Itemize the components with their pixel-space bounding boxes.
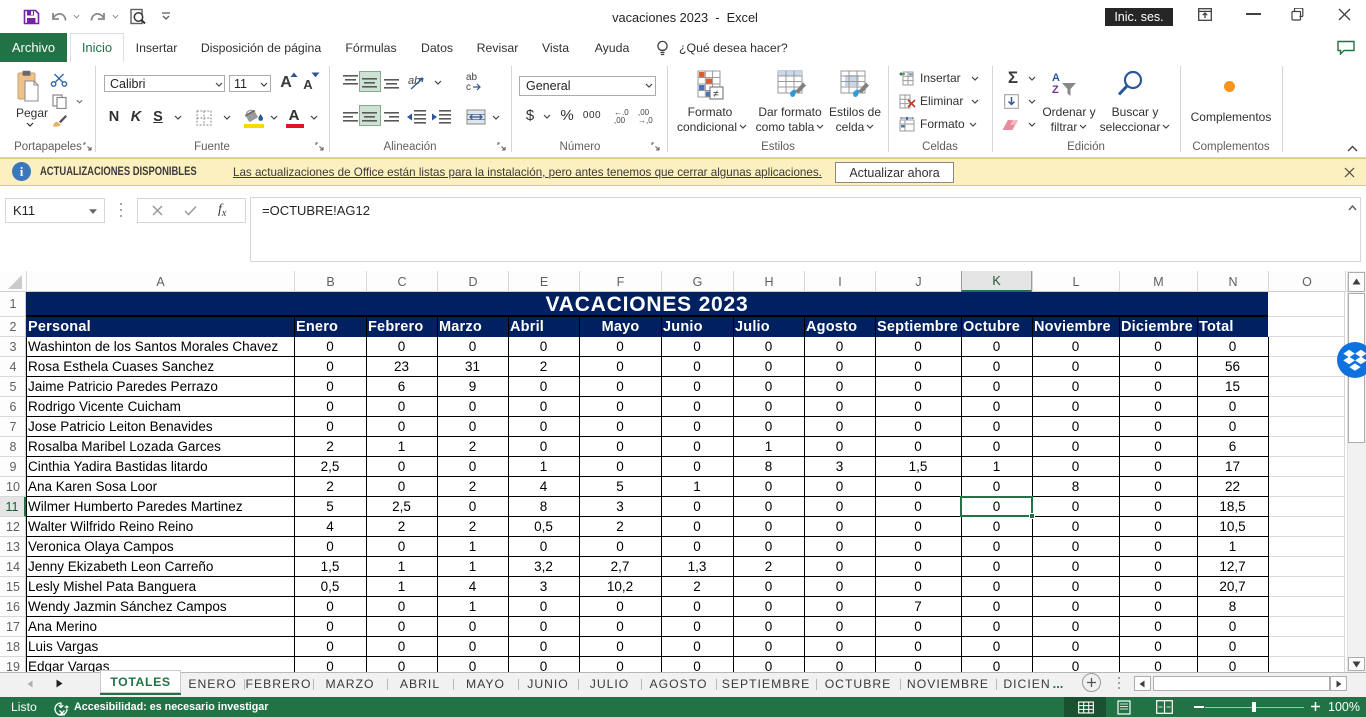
svg-text:c: c xyxy=(466,82,471,93)
svg-text:→,0: →,0 xyxy=(638,116,653,124)
svg-text:≠: ≠ xyxy=(713,89,719,100)
svg-text:ab: ab xyxy=(408,75,420,87)
svg-text:Z: Z xyxy=(1052,84,1059,96)
svg-text:A: A xyxy=(1052,72,1060,84)
svg-text:,00: ,00 xyxy=(614,116,626,124)
